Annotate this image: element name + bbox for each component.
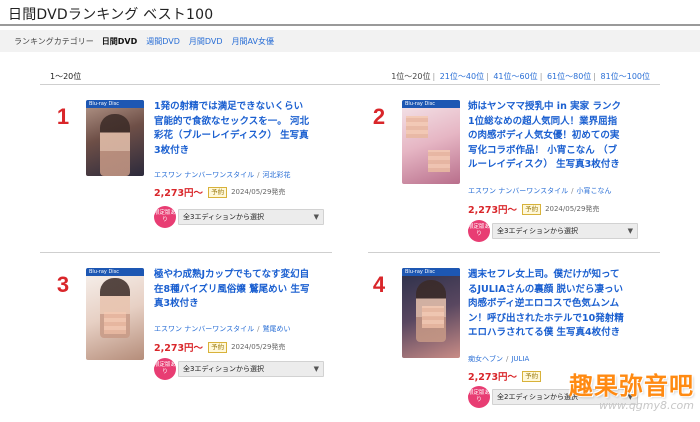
ranking-item-1: 1 Blu-ray Disc 1発の射精では満足できないくらい 官能的で食欲なセ… xyxy=(48,100,324,260)
pager-link-41-60[interactable]: 41位～60位 xyxy=(493,72,537,81)
price: 2,273円～ xyxy=(154,188,204,199)
chevron-down-icon: ▼ xyxy=(313,213,319,221)
current-range: 1～20位 xyxy=(50,72,82,81)
maker-link[interactable]: エスワン ナンバーワンスタイル xyxy=(154,171,254,179)
maker-link[interactable]: 痴女ヘブン xyxy=(468,355,503,363)
meta-separator: / xyxy=(571,187,574,195)
meta-separator: / xyxy=(257,325,260,333)
chevron-down-icon: ▼ xyxy=(627,227,633,235)
category-label: ランキングカテゴリー xyxy=(14,36,94,46)
product-title-link[interactable]: 極やわ成熟Jカップでもてなす変幻自在8種パイズリ風俗嬢 鷲尾めい 生写真3枚付き xyxy=(154,268,310,312)
actress-link[interactable]: 河北彩花 xyxy=(262,171,290,179)
tab-monthly-dvd[interactable]: 月間DVD xyxy=(189,36,223,47)
pager-separator: | xyxy=(593,72,596,81)
edition-selector: 限定版あり 全3エディションから選択 ▼ xyxy=(154,206,324,228)
edition-select-label: 全2エディションから選択 xyxy=(497,393,578,401)
price-row: 2,273円～ 予約 2024/05/29発売 xyxy=(468,202,599,216)
product-cover[interactable]: Blu-ray Disc xyxy=(402,100,460,184)
ranking-item-2: 2 Blu-ray Disc 姉はヤンママ授乳中 in 実家 ランク1位総なめの… xyxy=(364,100,638,260)
release-date: 2024/05/29発売 xyxy=(231,343,286,351)
product-meta: 痴女ヘブン / JULIA xyxy=(468,354,529,364)
product-cover[interactable]: Blu-ray Disc xyxy=(86,100,144,176)
pager-separator: | xyxy=(432,72,436,81)
site-watermark: 趣果弥音吧 www.qgmy8.com xyxy=(569,366,694,412)
range-divider xyxy=(40,84,660,85)
bluray-band: Blu-ray Disc xyxy=(86,100,144,108)
edition-selector: 限定版あり 全3エディションから選択 ▼ xyxy=(154,358,324,380)
limited-edition-badge: 限定版あり xyxy=(468,386,490,408)
bluray-band: Blu-ray Disc xyxy=(402,100,460,108)
release-date: 2024/05/29発売 xyxy=(545,205,600,213)
maker-link[interactable]: エスワン ナンバーワンスタイル xyxy=(468,187,568,195)
status-badge: 予約 xyxy=(208,186,228,198)
actress-link[interactable]: 小宵こなん xyxy=(576,187,611,195)
product-meta: エスワン ナンバーワンスタイル / 河北彩花 xyxy=(154,170,290,180)
cover-figure xyxy=(100,114,130,176)
mosaic-patch xyxy=(428,150,450,172)
ranking-item-3: 3 Blu-ray Disc 極やわ成熟Jカップでもてなす変幻自在8種パイズリ風… xyxy=(48,268,324,422)
limited-edition-badge: 限定版あり xyxy=(468,220,490,242)
edition-select[interactable]: 全3エディションから選択 ▼ xyxy=(178,209,324,225)
product-meta: エスワン ナンバーワンスタイル / 小宵こなん xyxy=(468,186,611,196)
watermark-text: 趣果弥音吧 xyxy=(569,372,694,400)
tab-weekly-dvd[interactable]: 週間DVD xyxy=(146,36,180,47)
bluray-band: Blu-ray Disc xyxy=(402,268,460,276)
pager-link-1-20[interactable]: 1位～20位 xyxy=(391,72,430,81)
pager-link-61-80[interactable]: 61位～80位 xyxy=(547,72,591,81)
bluray-band: Blu-ray Disc xyxy=(86,268,144,276)
tab-monthly-actress[interactable]: 月間AV女優 xyxy=(232,36,274,47)
status-badge: 予約 xyxy=(208,341,228,353)
product-title-link[interactable]: 週末セフレ女上司。僕だけが知ってるJULIAさんの裏顔 脱いだら凄っい肉感ボディ… xyxy=(468,268,626,341)
pager-separator: | xyxy=(486,72,489,81)
product-cover[interactable]: Blu-ray Disc xyxy=(402,268,460,358)
edition-select[interactable]: 全3エディションから選択 ▼ xyxy=(492,223,638,239)
price: 2,273円～ xyxy=(468,372,518,383)
title-divider xyxy=(0,24,700,26)
limited-edition-badge: 限定版あり xyxy=(154,358,176,380)
rank-number: 3 xyxy=(56,272,70,297)
tab-daily-dvd[interactable]: 日間DVD xyxy=(102,36,137,47)
rank-number: 1 xyxy=(56,104,70,129)
pager-separator: | xyxy=(539,72,543,81)
pager-link-21-40[interactable]: 21位～40位 xyxy=(440,72,484,81)
meta-separator: / xyxy=(257,171,260,179)
mosaic-patch xyxy=(104,312,126,334)
range-pager: 1位～20位 | 21位～40位 | 41位～60位 | 61位～80位 | 81位～1… xyxy=(391,71,650,82)
bluray-label: Blu-ray Disc xyxy=(89,101,120,107)
page-title: 日間DVDランキング ベスト100 xyxy=(8,7,214,23)
price-row: 2,273円～ 予約 xyxy=(468,369,545,383)
product-cover[interactable]: Blu-ray Disc xyxy=(86,268,144,360)
edition-selector: 限定版あり 全3エディションから選択 ▼ xyxy=(468,220,638,242)
status-badge: 予約 xyxy=(522,370,542,382)
rank-number: 4 xyxy=(372,272,386,297)
product-title-link[interactable]: 姉はヤンママ授乳中 in 実家 ランク1位総なめの超人気同人！業界屈指の肉感ボデ… xyxy=(468,100,626,173)
edition-select-label: 全3エディションから選択 xyxy=(183,365,264,373)
bluray-label: Blu-ray Disc xyxy=(89,269,120,275)
price: 2,273円～ xyxy=(154,343,204,354)
actress-link[interactable]: JULIA xyxy=(511,355,529,363)
product-title-link[interactable]: 1発の射精では満足できないくらい 官能的で食欲なセックスを一。 河北彩花（ブルー… xyxy=(154,100,310,158)
mosaic-patch xyxy=(406,116,428,138)
product-meta: エスワン ナンバーワンスタイル / 鷲尾めい xyxy=(154,324,290,334)
limited-edition-badge: 限定版あり xyxy=(154,206,176,228)
edition-select-label: 全3エディションから選択 xyxy=(497,227,578,235)
rank-number: 2 xyxy=(372,104,386,129)
edition-select-label: 全3エディションから選択 xyxy=(183,213,264,221)
price: 2,273円～ xyxy=(468,205,518,216)
actress-link[interactable]: 鷲尾めい xyxy=(262,325,290,333)
bluray-label: Blu-ray Disc xyxy=(405,101,436,107)
meta-separator: / xyxy=(506,355,509,363)
price-row: 2,273円～ 予約 2024/05/29発売 xyxy=(154,185,285,199)
status-badge: 予約 xyxy=(522,203,542,215)
bluray-label: Blu-ray Disc xyxy=(405,269,436,275)
maker-link[interactable]: エスワン ナンバーワンスタイル xyxy=(154,325,254,333)
pager-link-81-100[interactable]: 81位～100位 xyxy=(601,72,650,81)
mosaic-patch xyxy=(422,306,444,328)
chevron-down-icon: ▼ xyxy=(313,365,319,373)
price-row: 2,273円～ 予約 2024/05/29発売 xyxy=(154,340,285,354)
release-date: 2024/05/29発売 xyxy=(231,188,286,196)
edition-select[interactable]: 全3エディションから選択 ▼ xyxy=(178,361,324,377)
category-bar: ランキングカテゴリー 日間DVD 週間DVD 月間DVD 月間AV女優 xyxy=(0,30,700,52)
